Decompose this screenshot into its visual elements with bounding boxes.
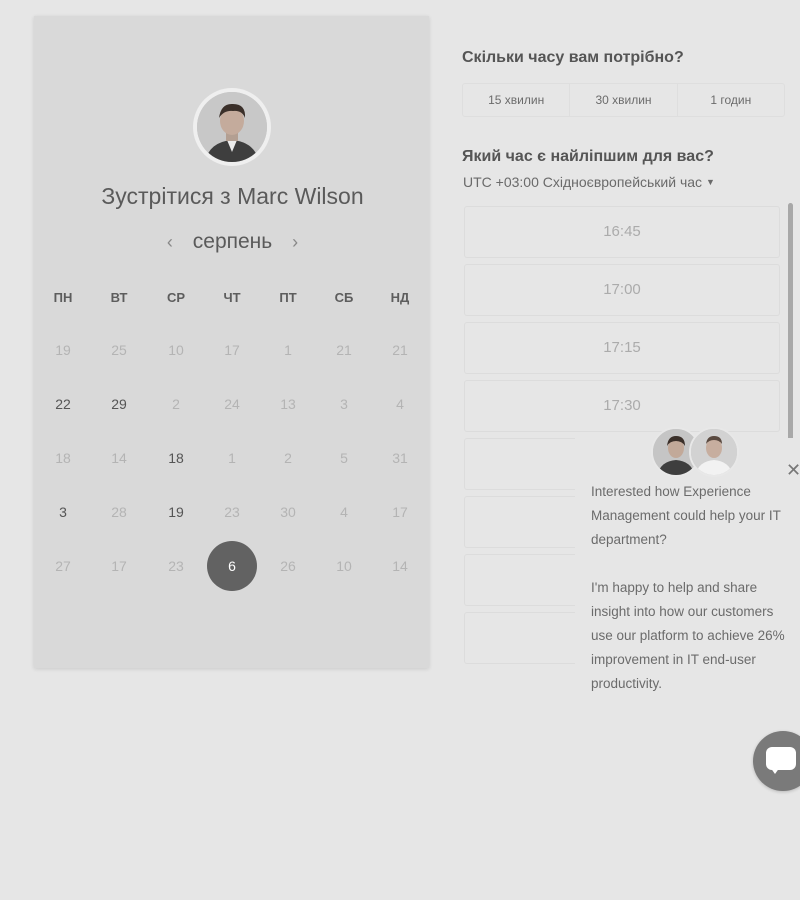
calendar-day: 25 bbox=[111, 342, 127, 358]
chat-launcher-button[interactable] bbox=[753, 731, 800, 791]
time-slot[interactable]: 17:00 bbox=[464, 264, 780, 316]
weekday-label: ПТ bbox=[279, 290, 297, 305]
weekday-label: СР bbox=[166, 290, 186, 305]
calendar-day: 14 bbox=[111, 450, 127, 466]
calendar-day[interactable]: 3 bbox=[38, 487, 88, 537]
calendar-day: 1 bbox=[228, 450, 236, 466]
calendar-day: 17 bbox=[392, 504, 408, 520]
calendar-day: 3 bbox=[340, 396, 348, 412]
calendar-day: 27 bbox=[55, 558, 71, 574]
weekday-label: ЧТ bbox=[223, 290, 241, 305]
weekday-label: СБ bbox=[334, 290, 354, 305]
slots-scrollbar[interactable] bbox=[788, 203, 793, 449]
calendar-day: 19 bbox=[55, 342, 71, 358]
calendar-day: 10 bbox=[336, 558, 352, 574]
duration-option-60[interactable]: 1 годин bbox=[678, 84, 784, 116]
chat-message-2: I'm happy to help and share insight into… bbox=[591, 580, 785, 691]
time-slot[interactable]: 17:30 bbox=[464, 380, 780, 432]
calendar-day: 24 bbox=[224, 396, 240, 412]
calendar-day[interactable]: 19 bbox=[151, 487, 201, 537]
person-avatar-icon bbox=[197, 92, 267, 162]
duration-question: Скільки часу вам потрібно? bbox=[462, 49, 684, 66]
calendar-day: 4 bbox=[340, 504, 348, 520]
calendar-day: 30 bbox=[280, 504, 296, 520]
caret-down-icon: ▼ bbox=[706, 177, 715, 187]
calendar-day: 18 bbox=[55, 450, 71, 466]
calendar-day[interactable]: 22 bbox=[38, 379, 88, 429]
calendar-day: 2 bbox=[284, 450, 292, 466]
chat-message-1: Interested how Experience Management cou… bbox=[591, 484, 781, 547]
calendar-day: 5 bbox=[340, 450, 348, 466]
chevron-right-icon[interactable]: › bbox=[278, 232, 312, 253]
month-navigation: ‹ серпень › bbox=[0, 230, 465, 254]
calendar-day: 21 bbox=[336, 342, 352, 358]
calendar-day: 31 bbox=[392, 450, 408, 466]
calendar-day: 2 bbox=[172, 396, 180, 412]
calendar-day: 21 bbox=[392, 342, 408, 358]
calendar-day[interactable]: 29 bbox=[94, 379, 144, 429]
time-question: Який час є найліпшим для вас? bbox=[462, 148, 714, 165]
calendar-day: 23 bbox=[168, 558, 184, 574]
time-slot[interactable]: 16:45 bbox=[464, 206, 780, 258]
chat-message: Interested how Experience Management cou… bbox=[591, 480, 797, 720]
calendar-day: 28 bbox=[111, 504, 127, 520]
time-slot[interactable]: 17:15 bbox=[464, 322, 780, 374]
calendar-day: 17 bbox=[224, 342, 240, 358]
calendar-day: 13 bbox=[280, 396, 296, 412]
close-icon[interactable]: ✕ bbox=[786, 460, 800, 481]
timezone-selector[interactable]: UTC +03:00 Східноєвропейський час ▼ bbox=[463, 174, 715, 190]
duration-option-30[interactable]: 30 хвилин bbox=[570, 84, 678, 116]
calendar-day: 10 bbox=[168, 342, 184, 358]
duration-selector: 15 хвилин 30 хвилин 1 годин bbox=[462, 83, 785, 117]
host-avatar bbox=[193, 88, 271, 166]
weekday-label: ВТ bbox=[110, 290, 128, 305]
selected-day[interactable]: 6 bbox=[207, 541, 257, 591]
calendar-day: 26 bbox=[280, 558, 296, 574]
timezone-label: UTC +03:00 Східноєвропейський час bbox=[463, 174, 703, 190]
calendar-day[interactable]: 18 bbox=[151, 433, 201, 483]
agent-avatar-icon bbox=[689, 427, 739, 477]
calendar-day: 17 bbox=[111, 558, 127, 574]
chat-bubble-tail bbox=[770, 767, 780, 774]
calendar-day: 14 bbox=[392, 558, 408, 574]
calendar-day: 4 bbox=[396, 396, 404, 412]
calendar-day: 1 bbox=[284, 342, 292, 358]
weekday-label: НД bbox=[390, 290, 410, 305]
duration-option-15[interactable]: 15 хвилин bbox=[463, 84, 571, 116]
weekday-label: ПН bbox=[53, 290, 73, 305]
month-label: серпень bbox=[192, 230, 273, 253]
meeting-title: Зустрітися з Marc Wilson bbox=[101, 183, 364, 209]
chevron-left-icon[interactable]: ‹ bbox=[153, 232, 187, 253]
calendar-day: 23 bbox=[224, 504, 240, 520]
